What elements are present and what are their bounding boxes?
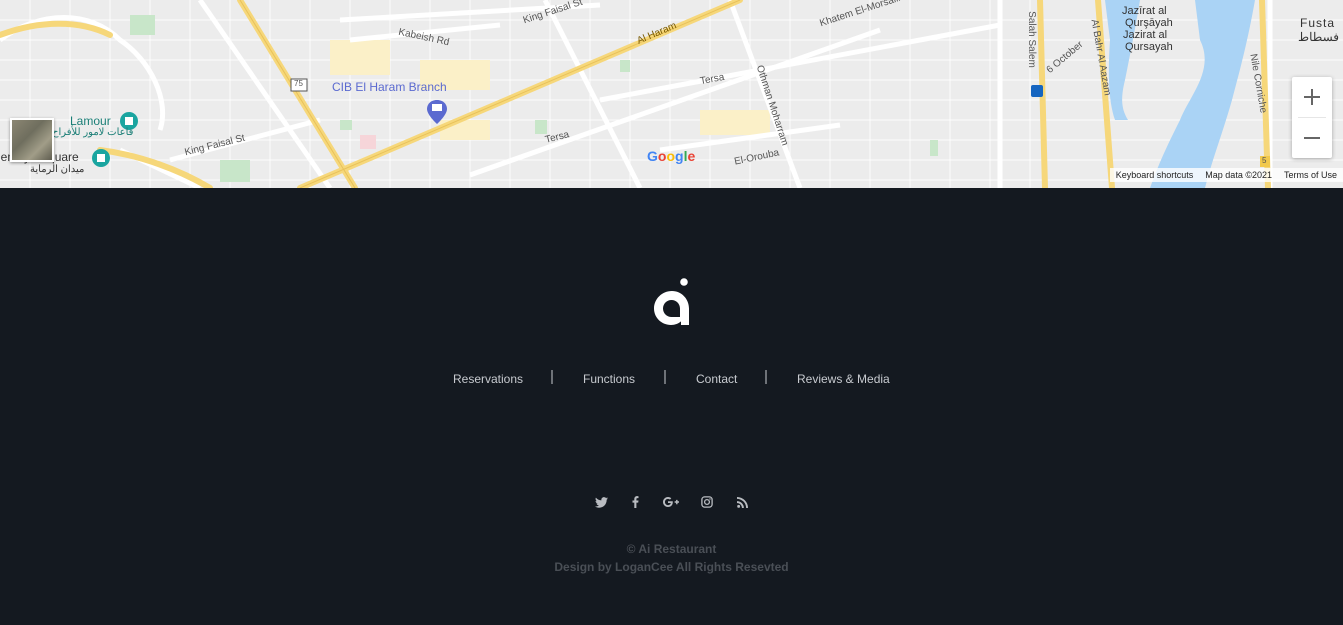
credits-text: Design by LoganCee All Rights Resevted — [554, 560, 789, 574]
road-label-salah-salem: Salah Salem — [1025, 11, 1037, 68]
copyright-text: © Ai Restaurant — [626, 542, 717, 556]
place-jazirat-3: Jazirat al — [1123, 29, 1168, 41]
nav-reservations[interactable]: Reservations — [453, 372, 523, 386]
google-logo: Google — [647, 148, 696, 164]
rss-link[interactable] — [735, 495, 749, 509]
google-plus-icon — [663, 497, 679, 507]
map-embed[interactable]: King Faisal St Kabeish Rd Al Haram Khate… — [0, 0, 1343, 188]
rss-icon — [736, 496, 748, 508]
social-links — [0, 495, 1343, 511]
plus-icon — [1304, 89, 1320, 105]
nav-divider — [765, 370, 767, 384]
nav-functions[interactable]: Functions — [583, 372, 635, 386]
twitter-link[interactable] — [594, 495, 608, 509]
map-attribution: Keyboard shortcuts Map data ©2021 Terms … — [1109, 168, 1343, 182]
zoom-out-button[interactable] — [1292, 118, 1332, 158]
instagram-link[interactable] — [700, 495, 714, 509]
nav-divider — [664, 370, 666, 384]
place-fustat: Fusta — [1300, 16, 1336, 30]
footer-nav: Reservations Functions Contact Reviews &… — [0, 370, 1343, 388]
twitter-icon — [594, 496, 608, 508]
brand-logo[interactable] — [654, 278, 690, 326]
minus-icon — [1304, 137, 1320, 139]
place-lamour[interactable]: Lamour — [70, 114, 111, 128]
place-jazirat-2: Qurşāyah — [1125, 17, 1173, 29]
satellite-toggle-button[interactable] — [10, 118, 54, 162]
terms-of-use-link[interactable]: Terms of Use — [1284, 170, 1337, 180]
place-jazirat-4: Qursayah — [1125, 41, 1173, 53]
zoom-controls — [1292, 77, 1332, 158]
place-jazirat-1: Jazīrat al — [1122, 5, 1167, 17]
map-data-text: Map data ©2021 — [1205, 170, 1272, 180]
facebook-link[interactable] — [628, 495, 642, 509]
keyboard-shortcuts-link[interactable]: Keyboard shortcuts — [1116, 170, 1194, 180]
nav-reviews-media[interactable]: Reviews & Media — [797, 372, 890, 386]
place-remaya-ar: ميدان الرماية — [30, 164, 85, 175]
place-cib-branch[interactable]: CIB El Haram Branch — [332, 80, 447, 94]
facebook-icon — [632, 496, 638, 508]
place-lamour-ar: قاعات لامور للأفراح — [52, 127, 134, 138]
nav-contact[interactable]: Contact — [696, 372, 737, 386]
nav-divider — [551, 370, 553, 384]
instagram-icon — [701, 496, 713, 508]
google-plus-link[interactable] — [663, 495, 679, 509]
zoom-in-button[interactable] — [1292, 77, 1332, 117]
place-fustat-ar: فسطاط — [1298, 30, 1340, 44]
copyright-block: © Ai Restaurant Design by LoganCee All R… — [0, 540, 1343, 576]
route-5-label: 5 — [1262, 156, 1267, 165]
route-75-label: 75 — [294, 79, 303, 88]
